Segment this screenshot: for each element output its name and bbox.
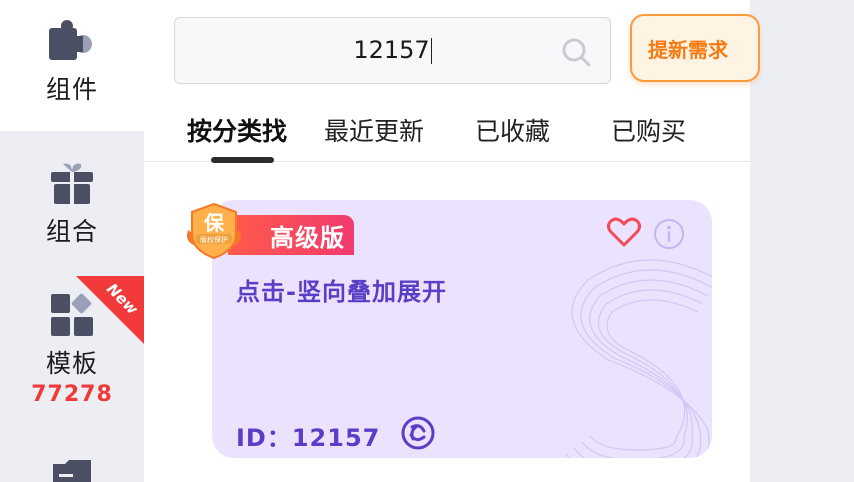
text-caret	[430, 38, 432, 64]
rail-item-combos[interactable]: 组合	[0, 160, 144, 248]
gift-icon	[51, 163, 93, 204]
tab-bar: 按分类找 最近更新 已收藏 已购买	[144, 100, 750, 162]
card-title: 点击-竖向叠加展开	[236, 278, 447, 306]
level-badge: 高级版	[228, 215, 354, 255]
request-button[interactable]: 提新需求	[630, 14, 760, 82]
heart-icon[interactable]	[607, 216, 641, 248]
guard-char: 保	[203, 211, 225, 235]
search-icon[interactable]	[560, 36, 592, 68]
search-input[interactable]: 12157	[174, 17, 611, 84]
search-value-wrapper: 12157	[175, 36, 610, 64]
rail-label-templates: 模板	[45, 349, 98, 378]
active-tab-indicator	[211, 157, 274, 163]
right-gray-strip	[750, 0, 854, 482]
new-ribbon: New	[76, 276, 144, 344]
rail-item-folder[interactable]	[0, 456, 144, 482]
search-value: 12157	[353, 36, 430, 64]
left-rail: 组件 组合 模板 77278	[0, 0, 144, 482]
rail-label-combos: 组合	[45, 217, 98, 246]
tab-recent[interactable]: 最近更新	[324, 112, 424, 148]
level-text: 高级版	[270, 224, 345, 252]
rail-label-components: 组件	[45, 75, 98, 104]
folder-icon	[53, 460, 91, 482]
swirl-icon[interactable]	[400, 415, 436, 451]
tab-by-category[interactable]: 按分类找	[187, 112, 287, 148]
info-icon[interactable]	[653, 218, 685, 250]
tab-favorites[interactable]: 已收藏	[475, 112, 550, 148]
copyright-shield-icon: 保 版权保护	[187, 202, 241, 260]
templates-count: 77278	[31, 382, 113, 407]
tab-purchased[interactable]: 已购买	[611, 112, 686, 148]
puzzle-icon	[49, 20, 92, 60]
guard-subtext: 版权保护	[200, 235, 228, 244]
component-card[interactable]: 高级版 点击-竖向叠加展开 ID：12157	[212, 200, 712, 458]
card-id: ID：12157	[236, 424, 381, 452]
decorative-s-icon	[565, 259, 712, 458]
rail-item-components[interactable]: 组件	[0, 0, 144, 131]
